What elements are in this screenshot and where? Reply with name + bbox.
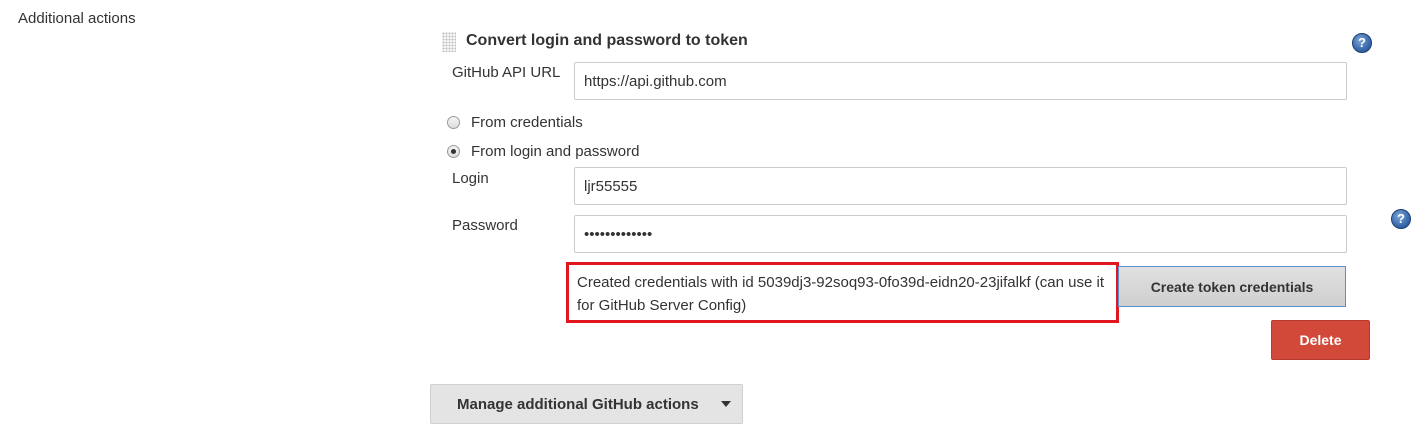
password-help-icon[interactable]: ? [1391, 209, 1411, 229]
additional-actions-page: Additional actions Convert login and pas… [0, 0, 1415, 447]
manage-button-label: Manage additional GitHub actions [457, 395, 699, 413]
radio-button[interactable] [447, 116, 460, 129]
section-label: Additional actions [18, 10, 136, 27]
drag-handle-icon[interactable] [442, 32, 456, 52]
radio-button-checked[interactable] [447, 145, 460, 158]
block-title: Convert login and password to token [466, 32, 748, 49]
password-label: Password [452, 217, 518, 234]
api-url-label: GitHub API URL [452, 64, 561, 81]
login-label: Login [452, 170, 489, 187]
create-token-credentials-button[interactable]: Create token credentials [1118, 266, 1346, 307]
manage-github-actions-button[interactable]: Manage additional GitHub actions [430, 384, 743, 424]
chevron-down-icon [720, 401, 731, 407]
login-input[interactable] [574, 167, 1347, 205]
api-url-input[interactable] [574, 62, 1347, 100]
password-input[interactable] [574, 215, 1347, 253]
radio-label: From credentials [471, 114, 583, 131]
radio-label: From login and password [471, 143, 640, 160]
radio-from-credentials[interactable]: From credentials [447, 114, 583, 131]
help-icon[interactable]: ? [1352, 33, 1372, 53]
radio-from-login-password[interactable]: From login and password [447, 143, 639, 160]
delete-button[interactable]: Delete [1271, 320, 1370, 360]
credentials-created-message: Created credentials with id 5039dj3-92so… [566, 262, 1119, 323]
